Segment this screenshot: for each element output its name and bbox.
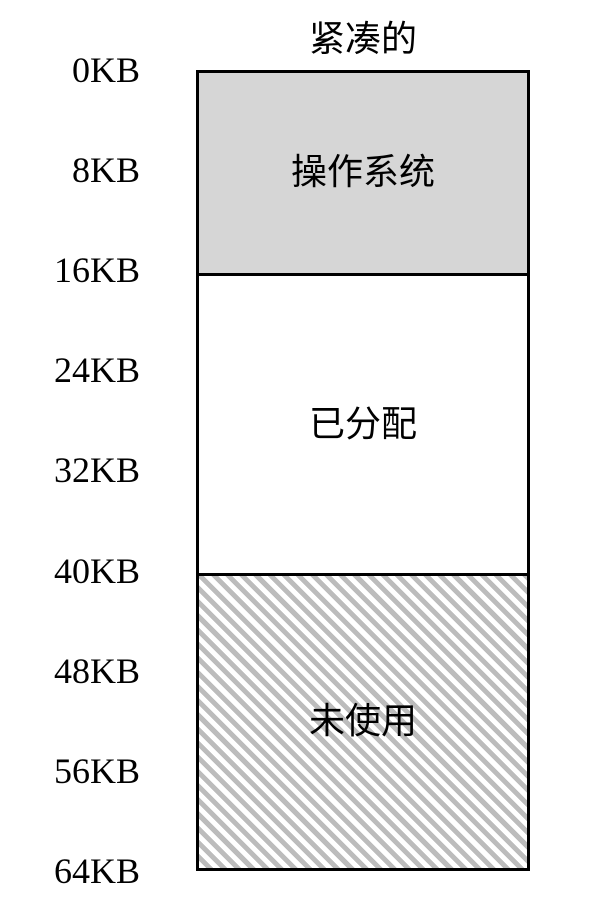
segment-unused-label: 未使用 (308, 701, 417, 742)
segment-unused: 未使用 (199, 573, 527, 868)
segment-os: 操作系统 (199, 73, 527, 273)
axis-label-40kb: 40KB (53, 551, 140, 591)
axis-label-48kb: 48KB (53, 651, 140, 691)
segment-os-label: 操作系统 (290, 152, 435, 193)
memory-box: 操作系统 已分配 未使用 (196, 70, 530, 871)
axis-label-24kb: 24KB (53, 350, 140, 390)
segment-allocated: 已分配 (199, 273, 527, 573)
axis-label-16kb: 16KB (53, 250, 140, 290)
memory-layout-diagram: 紧凑的 0KB 8KB 16KB 24KB 32KB 40KB 48KB 56K… (0, 0, 596, 902)
segment-allocated-label: 已分配 (308, 403, 417, 445)
diagram-title: 紧凑的 (308, 19, 417, 60)
axis-label-64kb: 64KB (53, 851, 140, 891)
axis-label-8kb: 8KB (71, 150, 140, 190)
axis-label-56kb: 56KB (53, 751, 140, 791)
axis-label-32kb: 32KB (53, 450, 140, 490)
axis-label-0kb: 0KB (71, 50, 140, 90)
